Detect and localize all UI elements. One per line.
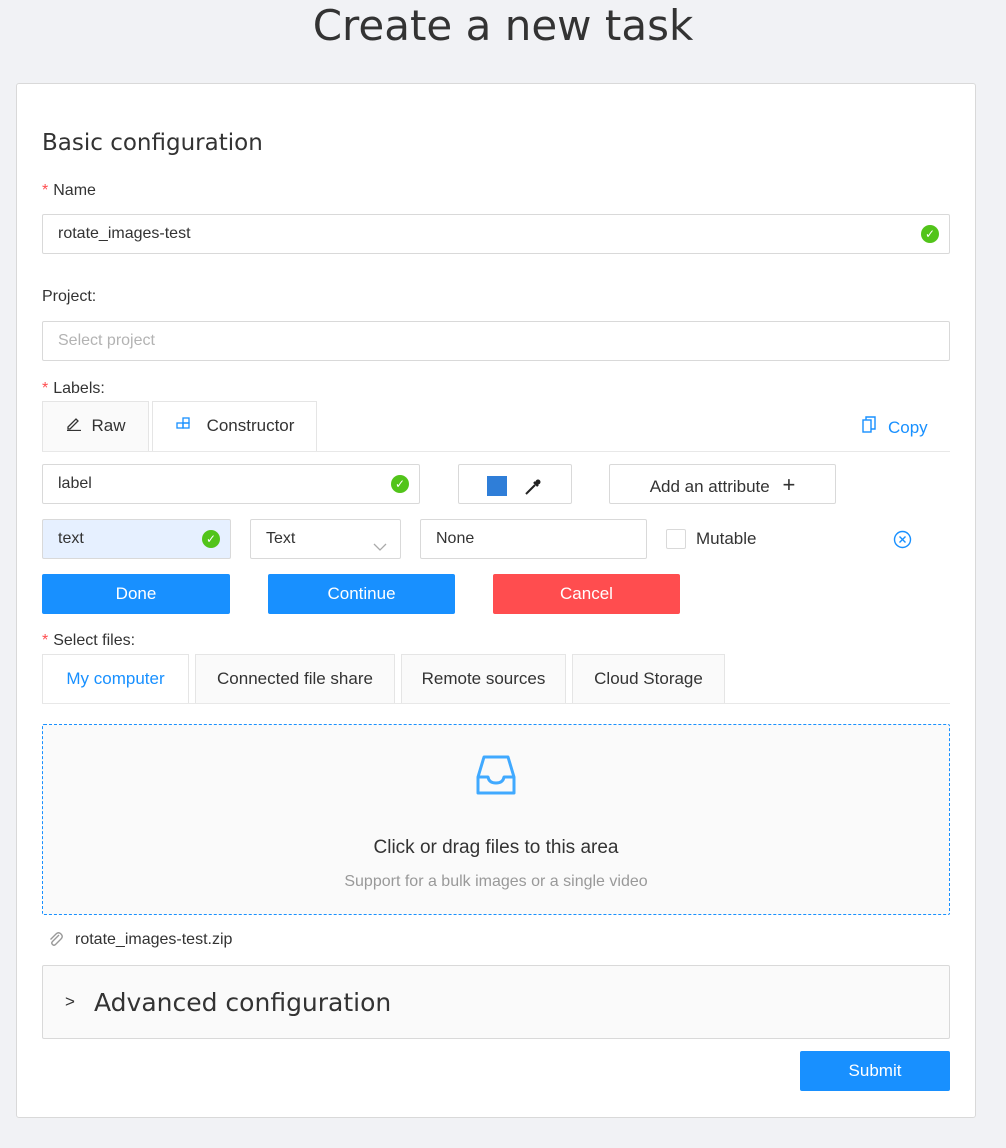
select-files-label: * Select files: — [42, 632, 136, 649]
required-marker: * — [42, 632, 49, 649]
add-attribute-button[interactable]: Add an attribute + — [609, 464, 836, 504]
continue-button[interactable]: Continue — [268, 574, 455, 614]
tab-cloud-storage[interactable]: Cloud Storage — [572, 654, 725, 704]
build-icon — [175, 402, 195, 450]
copy-icon — [862, 416, 880, 439]
files-tabs-divider — [42, 703, 950, 704]
labels-label: * Labels: — [42, 380, 105, 397]
attribute-name-input[interactable]: text ✓ — [42, 519, 231, 559]
chevron-down-icon — [373, 531, 387, 569]
mutable-checkbox[interactable] — [666, 529, 686, 549]
submit-button[interactable]: Submit — [800, 1051, 950, 1091]
inbox-icon — [472, 751, 520, 804]
tab-connected-file-share[interactable]: Connected file share — [195, 654, 395, 704]
uploaded-file-name[interactable]: rotate_images-test.zip — [75, 929, 232, 951]
cancel-button[interactable]: Cancel — [493, 574, 680, 614]
tab-raw[interactable]: Raw — [42, 401, 149, 451]
paperclip-icon — [48, 931, 64, 954]
tabs-divider — [42, 451, 950, 452]
advanced-config-title: Advanced configuration — [94, 988, 392, 1017]
required-marker: * — [42, 380, 49, 397]
valid-check-icon: ✓ — [921, 225, 939, 243]
project-select[interactable]: Select project — [42, 321, 950, 361]
label-color-swatch — [487, 476, 507, 496]
basic-config-title: Basic configuration — [42, 130, 263, 156]
done-button[interactable]: Done — [42, 574, 230, 614]
file-dropzone[interactable]: Click or drag files to this area Support… — [42, 724, 950, 915]
advanced-config-panel[interactable]: > Advanced configuration — [42, 965, 950, 1039]
project-label: Project: — [42, 288, 97, 305]
name-label: * Name — [42, 182, 96, 199]
valid-check-icon: ✓ — [202, 530, 220, 548]
tab-constructor[interactable]: Constructor — [152, 401, 317, 451]
page-title: Create a new task — [312, 1, 694, 50]
valid-check-icon: ✓ — [391, 475, 409, 493]
eyedropper-icon — [523, 474, 543, 512]
tab-remote-sources[interactable]: Remote sources — [401, 654, 566, 704]
attribute-value-input[interactable]: None — [420, 519, 647, 559]
attribute-type-select[interactable]: Text — [250, 519, 401, 559]
label-name-input[interactable]: label ✓ — [42, 464, 420, 504]
edit-icon — [65, 402, 83, 450]
drop-title: Click or drag files to this area — [373, 837, 619, 858]
plus-icon: + — [782, 472, 796, 497]
drop-hint: Support for a bulk images or a single vi… — [344, 873, 648, 890]
color-picker-button[interactable] — [458, 464, 572, 504]
required-marker: * — [42, 182, 49, 199]
delete-attribute-icon[interactable] — [893, 530, 912, 554]
copy-button[interactable]: Copy — [862, 416, 928, 439]
chevron-right-icon: > — [65, 992, 75, 1011]
tab-my-computer[interactable]: My computer — [42, 654, 189, 704]
mutable-label: Mutable — [696, 529, 757, 548]
name-input[interactable]: rotate_images-test ✓ — [42, 214, 950, 254]
